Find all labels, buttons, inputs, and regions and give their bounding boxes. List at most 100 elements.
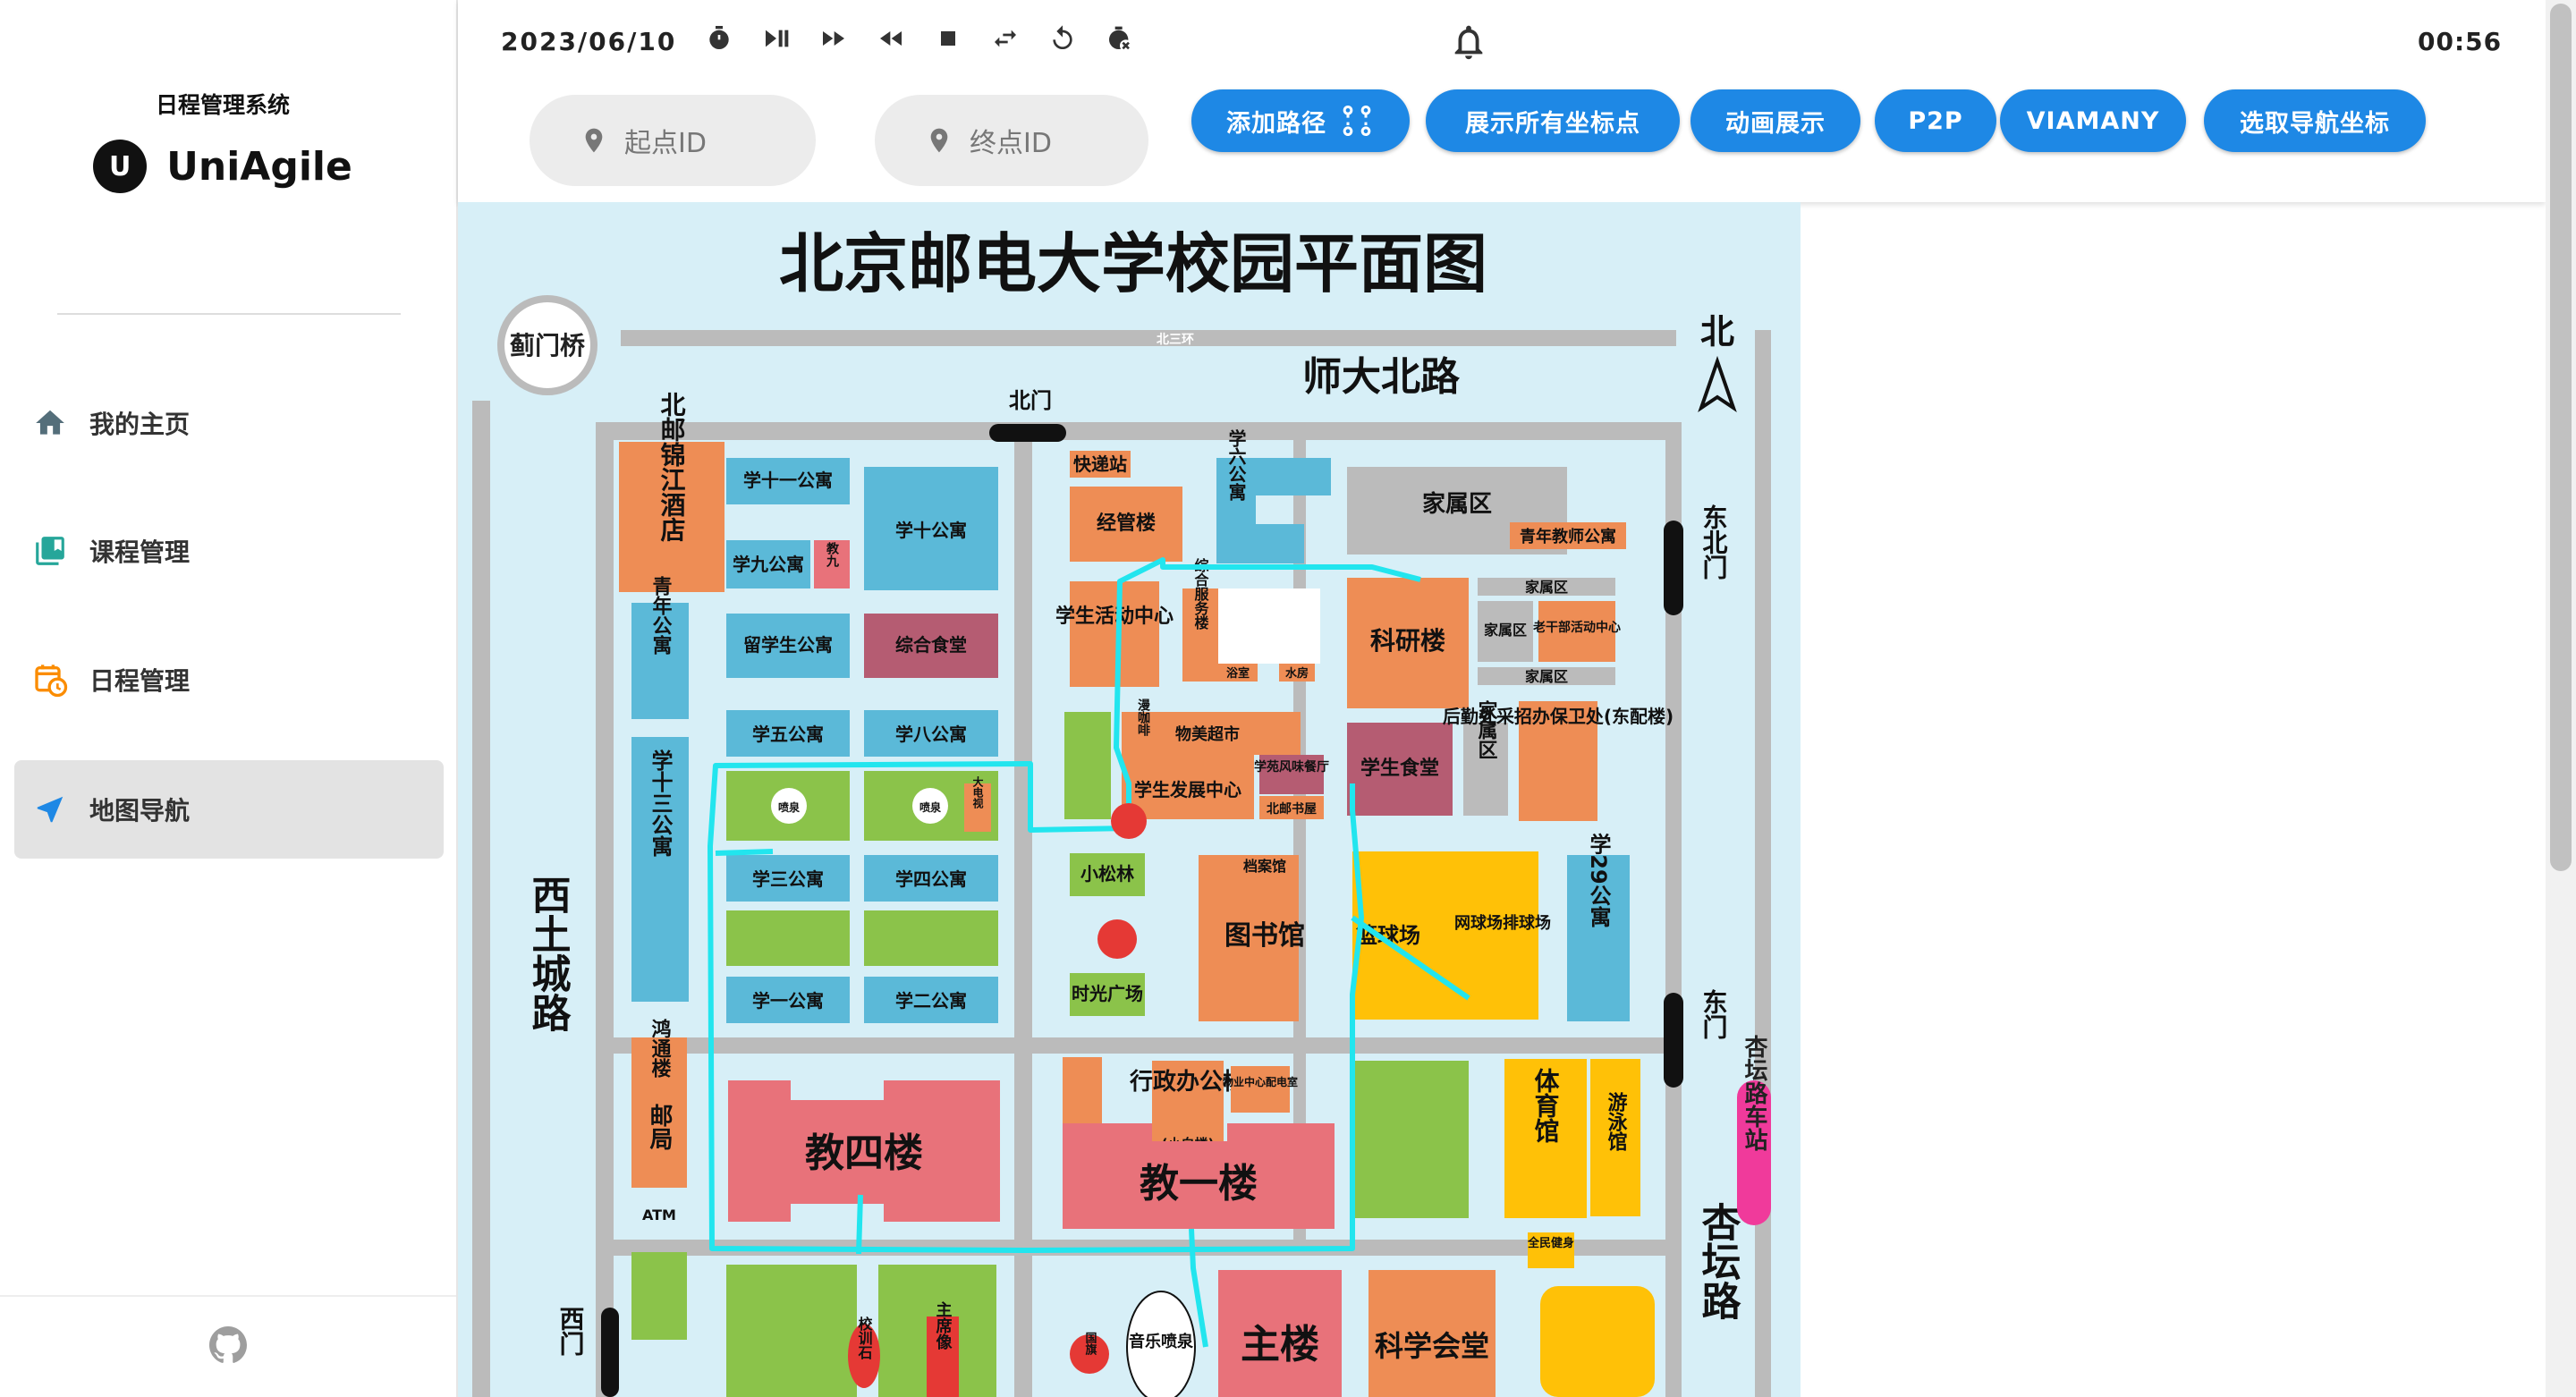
calendar-clock-icon xyxy=(32,662,68,698)
hongtong-label: 鸿通楼 xyxy=(648,1018,672,1079)
student-center-label: 学生活动中心 xyxy=(1055,605,1174,628)
bell-icon[interactable] xyxy=(1448,21,1489,63)
xingtan-station-label: 杏坛路车站 xyxy=(1741,1035,1767,1151)
tennis-label: 网球场排球场 xyxy=(1454,913,1551,933)
delete-timer-icon[interactable] xyxy=(1105,23,1135,54)
express-label: 快递站 xyxy=(1073,453,1127,475)
family3-label: 家属区 xyxy=(1484,622,1527,639)
chairman-label: 主席像 xyxy=(934,1300,953,1350)
sidebar-item-label: 我的主页 xyxy=(89,410,191,439)
research-label: 科研楼 xyxy=(1370,626,1445,656)
location-pin-icon xyxy=(585,128,603,153)
app-logo: U UniAgile xyxy=(0,140,445,193)
fountain1-label: 喷泉 xyxy=(778,800,801,814)
dorm8-label: 学八公寓 xyxy=(895,724,967,745)
dorm9-label: 学九公寓 xyxy=(733,554,804,575)
science-hall-label: 科学会堂 xyxy=(1375,1329,1489,1363)
international-dorm-label: 留学生公寓 xyxy=(743,634,833,656)
north-gate-label: 北门 xyxy=(1009,388,1052,413)
dorm13-label: 学十三公寓 xyxy=(648,749,673,857)
gym-label: 体育馆 xyxy=(1531,1068,1561,1144)
route-icon xyxy=(1343,106,1371,137)
start-id-input[interactable]: 起点ID xyxy=(530,95,816,186)
music-fountain-label: 音乐喷泉 xyxy=(1129,1332,1194,1351)
edu4-label: 教四楼 xyxy=(805,1130,923,1176)
sidebar-item-home[interactable]: 我的主页 xyxy=(14,374,444,472)
campus-map[interactable]: 北京邮电大学校园平面图 蓟门桥 北三环 北门 师大北路 北 东北门 东门 西土城… xyxy=(458,202,1801,1397)
scrollbar-thumb[interactable] xyxy=(2550,4,2572,871)
north-arrow-icon xyxy=(1698,355,1737,412)
sidebar-item-label: 日程管理 xyxy=(89,666,191,696)
edu9-label: 教九 xyxy=(825,541,840,568)
econ-label: 经管楼 xyxy=(1097,512,1156,535)
rewind-icon[interactable] xyxy=(876,23,906,54)
date-display: 2023/06/10 xyxy=(501,27,677,56)
animate-button[interactable]: 动画展示 xyxy=(1690,89,1860,152)
end-id-placeholder: 终点ID xyxy=(970,128,1052,159)
timer-icon[interactable] xyxy=(704,23,734,54)
ring-road-label: 北三环 xyxy=(1157,333,1194,347)
system-name: 日程管理系统 xyxy=(155,92,290,118)
fast-forward-icon[interactable] xyxy=(818,23,849,54)
fountain2-label: 喷泉 xyxy=(919,800,942,814)
viamany-button[interactable]: VIAMANY xyxy=(2000,89,2186,152)
bookstore-label: 北邮书屋 xyxy=(1267,801,1317,817)
west-road-label: 西土城路 xyxy=(525,875,572,1032)
xingtan-road-label: 杏坛路 xyxy=(1695,1202,1741,1320)
show-all-points-button[interactable]: 展示所有坐标点 xyxy=(1426,89,1680,152)
location-pin-icon xyxy=(930,128,948,153)
p2p-button[interactable]: P2P xyxy=(1875,89,1996,152)
school-stone-label: 校训石 xyxy=(856,1316,874,1360)
dev-center-label: 学生发展中心 xyxy=(1134,779,1241,800)
family2-label: 家属区 xyxy=(1525,579,1568,596)
logo-badge: U xyxy=(93,140,148,193)
canteen-all-label: 综合食堂 xyxy=(895,634,967,656)
edu1-label: 教一楼 xyxy=(1140,1161,1258,1206)
dorm29-label: 学29公寓 xyxy=(1586,832,1611,927)
logistics-label: 后勤处采招办保卫处(东配楼) xyxy=(1443,706,1674,727)
archive-label: 档案馆 xyxy=(1243,858,1286,875)
elder-center-label: 老干部活动中心 xyxy=(1533,620,1621,635)
clock-display: 00:56 xyxy=(2418,27,2503,56)
sidebar: 日程管理系统 U UniAgile 我的主页 课程管理 日程管理 地图导航 xyxy=(0,0,458,1397)
pine-label: 小松林 xyxy=(1080,863,1134,885)
dorm11-label: 学十一公寓 xyxy=(743,470,833,491)
sidebar-divider xyxy=(57,313,401,315)
big-tv-label: 大电视 xyxy=(971,775,984,809)
east-gate-label: 东门 xyxy=(1699,988,1729,1039)
dorm6-label: 学六公寓 xyxy=(1225,428,1247,502)
water-label: 水房 xyxy=(1285,666,1309,681)
replay-icon[interactable] xyxy=(1047,23,1078,54)
post-label: 邮局 xyxy=(646,1104,673,1150)
map-title: 北京邮电大学校园平面图 xyxy=(779,226,1487,301)
sidebar-item-label: 课程管理 xyxy=(89,538,191,567)
sidebar-item-courses[interactable]: 课程管理 xyxy=(14,502,444,600)
flavor-label: 学苑风味餐厅 xyxy=(1254,759,1329,775)
jimen-bridge-label: 蓟门桥 xyxy=(509,331,585,360)
page-scrollbar[interactable] xyxy=(2546,0,2576,1397)
family-area-label: 家属区 xyxy=(1422,490,1492,518)
northeast-gate-label: 东北门 xyxy=(1699,504,1729,580)
sidebar-item-map[interactable]: 地图导航 xyxy=(14,760,444,859)
family4-label: 家属区 xyxy=(1525,668,1568,685)
stop-icon[interactable] xyxy=(933,23,963,54)
west-gate-label: 西门 xyxy=(556,1306,586,1356)
play-pause-icon[interactable] xyxy=(761,23,792,54)
hotel-label: 北邮锦江酒店 xyxy=(657,392,687,543)
swap-icon[interactable] xyxy=(990,23,1021,54)
sidebar-item-label: 地图导航 xyxy=(89,796,191,826)
sidebar-item-schedule[interactable]: 日程管理 xyxy=(14,631,444,729)
youth-dorm-label: 青年公寓 xyxy=(649,576,673,655)
add-path-button[interactable]: 添加路径 xyxy=(1191,89,1410,152)
pick-nav-coords-button[interactable]: 选取导航坐标 xyxy=(2204,89,2426,152)
start-id-placeholder: 起点ID xyxy=(624,128,707,159)
github-icon[interactable] xyxy=(209,1326,247,1367)
dorm4-label: 学四公寓 xyxy=(895,868,967,890)
route-start-marker xyxy=(1111,803,1147,839)
end-id-input[interactable]: 终点ID xyxy=(875,95,1148,186)
library-label: 图书馆 xyxy=(1224,920,1305,952)
bath-label: 浴室 xyxy=(1226,666,1250,681)
add-path-label: 添加路径 xyxy=(1226,109,1326,138)
toolbar: 2023/06/10 00:56 起点ID 终点ID 添加路径 展示所有坐标点 … xyxy=(458,0,2546,202)
property-label: 物业中心配电室 xyxy=(1223,1075,1298,1088)
